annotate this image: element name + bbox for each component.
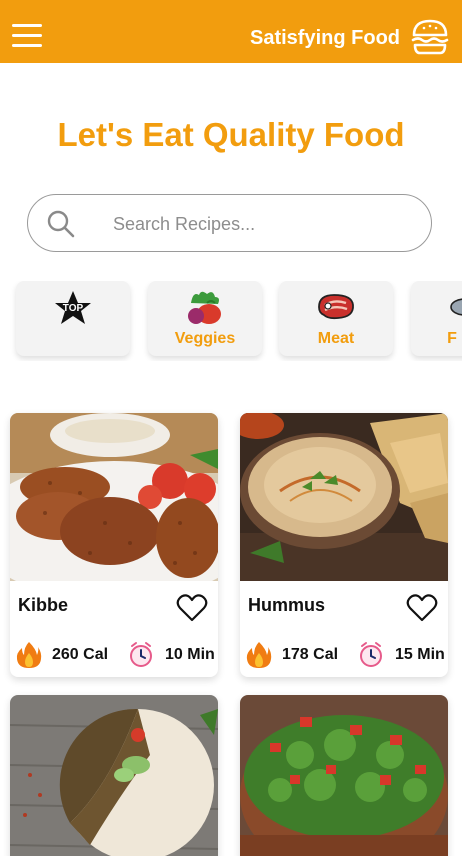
category-label: Veggies: [174, 330, 236, 347]
page-headline: Let's Eat Quality Food: [57, 116, 405, 153]
search-input[interactable]: [113, 209, 413, 239]
recipe-image: [240, 695, 448, 856]
recipe-image: [10, 695, 218, 856]
category-veggies[interactable]: Veggies: [148, 281, 262, 356]
flame-icon: [16, 642, 42, 668]
recipe-card[interactable]: Kibbe 260 Cal 10 Min: [10, 413, 218, 677]
recipe-card[interactable]: Hummus 178 Cal 15 Min: [240, 413, 448, 677]
recipe-meta: 260 Cal 10 Min: [16, 641, 216, 669]
top-star-icon: TOP: [55, 291, 91, 324]
category-fish[interactable]: F: [411, 281, 462, 356]
heart-outline-icon[interactable]: [406, 593, 438, 623]
recipe-meta: 178 Cal 15 Min: [246, 641, 446, 669]
recipe-name: Hummus: [248, 595, 326, 615]
steak-icon: [318, 294, 354, 320]
recipe-card[interactable]: [10, 695, 218, 856]
recipe-name: Kibbe: [18, 595, 69, 615]
category-label: Meat: [317, 330, 355, 347]
alarm-clock-icon: [130, 642, 152, 667]
hamburger-menu-icon[interactable]: [12, 24, 42, 48]
category-label: F: [447, 330, 457, 347]
heart-outline-icon[interactable]: [176, 593, 208, 623]
vegetables-icon: [188, 291, 221, 324]
alarm-clock-icon: [360, 642, 382, 667]
search-bar[interactable]: [27, 194, 432, 252]
flame-icon: [246, 642, 272, 668]
recipe-card[interactable]: [240, 695, 448, 856]
recipe-calories: 260 Cal: [52, 646, 109, 663]
recipe-calories: 178 Cal: [282, 646, 339, 663]
fish-icon: [450, 298, 462, 316]
recipe-image: [240, 413, 448, 581]
svg-text:TOP: TOP: [63, 303, 84, 314]
category-list[interactable]: TOP Veggies Meat F: [0, 281, 462, 361]
search-icon[interactable]: [46, 209, 76, 239]
burger-icon: [411, 19, 449, 55]
category-top[interactable]: TOP: [16, 281, 130, 356]
category-meat[interactable]: Meat: [279, 281, 393, 356]
recipe-time: 15 Min: [395, 646, 445, 663]
recipe-time: 10 Min: [165, 646, 215, 663]
recipe-image: [10, 413, 218, 581]
top-app-bar: Satisfying Food: [0, 0, 462, 63]
app-title: Satisfying Food: [250, 27, 400, 49]
